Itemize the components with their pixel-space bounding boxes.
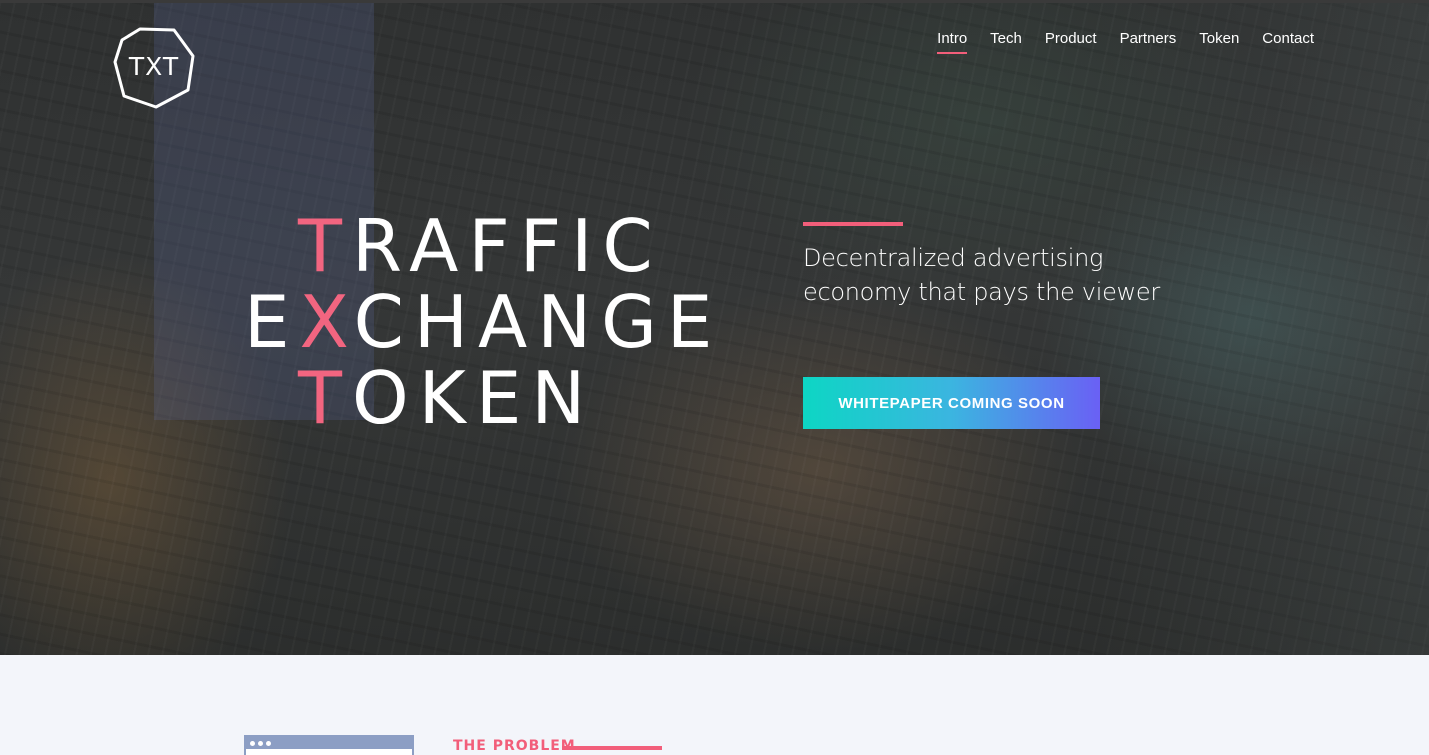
hero-tagline: Decentralized advertising economy that p… [803,244,1160,306]
nav-item-partners[interactable]: Partners [1120,30,1177,54]
nav-item-contact[interactable]: Contact [1262,30,1314,54]
section-label-problem: THE PROBLEM [453,738,576,754]
logo-text: TXT [128,52,180,81]
title-highlight-letter: T [298,356,352,440]
nav-item-token[interactable]: Token [1199,30,1239,54]
title-line-text: RAFFIC [351,204,663,288]
title-line-token: TOKEN [244,360,722,436]
nav-item-intro[interactable]: Intro [937,30,968,54]
whitepaper-button[interactable]: WHITEPAPER COMING SOON [803,377,1100,429]
title-highlight-letter: X [299,280,354,364]
problem-accent-bar [562,746,662,750]
tagline-accent-bar [803,222,903,226]
title-line-text: CHANGE [353,280,723,364]
nav-item-tech[interactable]: Tech [990,30,1022,54]
browser-dot-icon [266,740,271,746]
hero-shade [1099,0,1429,655]
title-highlight-letter: T [298,204,352,288]
title-line-traffic: TRAFFIC [244,208,722,284]
logo-link[interactable]: TXT [112,26,196,110]
hero-section: TXT Intro Tech Product Partners Token Co… [0,0,1429,655]
title-line-text: E [244,280,300,364]
browser-window-icon [244,735,414,755]
browser-dot-icon [250,740,255,746]
hero-title: TRAFFIC EXCHANGE TOKEN [244,208,722,436]
browser-titlebar [246,737,412,749]
top-border [0,0,1429,3]
nav-item-product[interactable]: Product [1045,30,1097,54]
title-line-exchange: EXCHANGE [244,284,722,360]
title-line-text: OKEN [351,356,596,440]
main-nav: Intro Tech Product Partners Token Contac… [937,30,1314,54]
browser-dot-icon [258,740,263,746]
